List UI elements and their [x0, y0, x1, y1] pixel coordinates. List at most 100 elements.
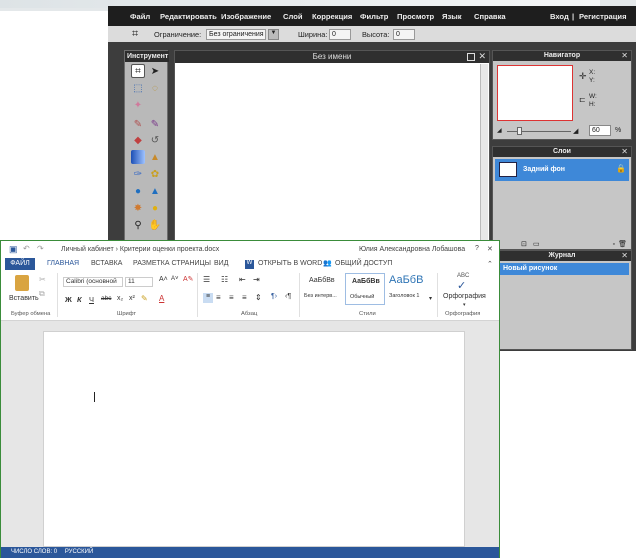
- menu-help[interactable]: Справка: [474, 12, 506, 21]
- increase-indent-icon[interactable]: ⇥: [253, 275, 260, 284]
- menu-language[interactable]: Язык: [442, 12, 462, 21]
- move-tool-icon[interactable]: ➤: [148, 64, 162, 78]
- zoom-slider-handle[interactable]: [517, 127, 522, 135]
- dodge-tool-icon[interactable]: ✸: [131, 201, 145, 215]
- tab-view[interactable]: ВИД: [214, 260, 228, 267]
- tab-insert[interactable]: ВСТАВКА: [91, 260, 122, 267]
- bullets-icon[interactable]: ☰: [203, 275, 210, 284]
- cut-icon[interactable]: ✂: [39, 275, 46, 284]
- clone-stamp-icon[interactable]: ✿: [148, 167, 162, 181]
- underline-icon[interactable]: Ч: [89, 295, 94, 304]
- font-size-select[interactable]: 11: [125, 277, 153, 287]
- highlight-icon[interactable]: ✎: [141, 294, 148, 303]
- tab-file[interactable]: ФАЙЛ: [5, 258, 35, 270]
- help-button[interactable]: ?: [475, 245, 479, 252]
- canvas-scrollbar[interactable]: [480, 64, 488, 250]
- justify-icon[interactable]: ≡: [242, 293, 247, 302]
- blur-tool-icon[interactable]: ●: [131, 184, 145, 198]
- menu-image[interactable]: Изображение: [221, 12, 271, 21]
- maximize-icon[interactable]: [467, 53, 475, 61]
- menu-file[interactable]: Файл: [130, 12, 150, 21]
- gradient-tool-icon[interactable]: [131, 150, 145, 164]
- tab-share[interactable]: ОБЩИЙ ДОСТУП: [335, 260, 392, 267]
- clipboard-icon[interactable]: [15, 275, 29, 291]
- style-no-spacing[interactable]: АаБбВв Без интерв...: [303, 273, 343, 305]
- close-icon[interactable]: ✕: [478, 51, 486, 62]
- style-normal[interactable]: АаБбВв Обычный: [345, 273, 385, 305]
- ltr-icon[interactable]: ¶›: [271, 293, 277, 300]
- close-button[interactable]: ✕: [487, 245, 493, 253]
- undo-icon[interactable]: ↶: [23, 244, 30, 253]
- delete-layer-icon[interactable]: 🗑: [618, 240, 627, 248]
- layer-row[interactable]: Задний фон 🔒: [495, 159, 629, 181]
- brush-tool-icon[interactable]: ✎: [148, 117, 162, 131]
- save-icon[interactable]: ▣: [9, 244, 18, 255]
- lasso-tool-icon[interactable]: ◌: [148, 81, 162, 95]
- chevron-down-icon[interactable]: ▼: [268, 29, 279, 40]
- style-heading1[interactable]: АаБбВ Заголовок 1: [387, 273, 427, 305]
- burn-tool-icon[interactable]: ●: [148, 201, 162, 215]
- layer-mask-icon[interactable]: ⊡: [521, 240, 527, 248]
- eraser-tool-icon[interactable]: ◆: [131, 133, 145, 147]
- italic-icon[interactable]: К: [77, 295, 82, 304]
- breadcrumb[interactable]: Личный кабинет › Критерии оценки проекта…: [61, 246, 219, 253]
- paste-button[interactable]: Вставить: [9, 295, 39, 302]
- superscript-icon[interactable]: x²: [129, 295, 135, 302]
- bold-icon[interactable]: Ж: [65, 295, 72, 304]
- close-icon[interactable]: ✕: [621, 251, 628, 260]
- chevron-down-icon[interactable]: ▾: [463, 302, 466, 308]
- decrease-indent-icon[interactable]: ⇤: [239, 275, 246, 284]
- zoom-in-icon[interactable]: ◢: [573, 127, 578, 135]
- register-link[interactable]: Регистрация: [579, 12, 627, 21]
- paint-bucket-icon[interactable]: ▲: [148, 150, 162, 164]
- styles-more-icon[interactable]: ▾: [429, 295, 432, 302]
- replace-color-icon[interactable]: ↺: [148, 133, 162, 147]
- strikethrough-icon[interactable]: abc: [101, 295, 111, 302]
- menu-view[interactable]: Просмотр: [397, 12, 434, 21]
- menu-layer[interactable]: Слой: [283, 12, 303, 21]
- menu-edit[interactable]: Редактировать: [160, 12, 217, 21]
- numbering-icon[interactable]: ☷: [221, 275, 228, 284]
- spelling-button[interactable]: Орфография: [443, 293, 486, 300]
- eyedropper-tool-icon[interactable]: ✑: [131, 167, 145, 181]
- new-layer-icon[interactable]: ▫: [613, 241, 615, 248]
- grow-font-icon[interactable]: A˄: [159, 276, 168, 283]
- height-input[interactable]: 0: [393, 29, 415, 40]
- constraint-select[interactable]: Без ограничения: [206, 29, 266, 40]
- align-right-icon[interactable]: ≡: [229, 293, 234, 302]
- width-input[interactable]: 0: [329, 29, 351, 40]
- align-center-icon[interactable]: ≡: [216, 293, 221, 302]
- sharpen-tool-icon[interactable]: ▲: [148, 184, 162, 198]
- copy-icon[interactable]: ⧉: [39, 289, 45, 299]
- crop-tool-icon[interactable]: ⌗: [131, 64, 145, 78]
- pencil-tool-icon[interactable]: ✎: [131, 117, 145, 131]
- collapse-ribbon-icon[interactable]: ⌃: [487, 260, 493, 268]
- zoom-input[interactable]: 60: [589, 125, 611, 136]
- language-status[interactable]: РУССКИЙ: [65, 549, 93, 555]
- navigator-preview[interactable]: [497, 65, 573, 121]
- clear-format-icon[interactable]: A✎: [183, 275, 194, 283]
- tab-home[interactable]: ГЛАВНАЯ: [47, 260, 79, 267]
- tab-layout[interactable]: РАЗМЕТКА СТРАНИЦЫ: [133, 260, 211, 267]
- rtl-icon[interactable]: ‹¶: [285, 293, 291, 300]
- tab-open-in-word[interactable]: ОТКРЫТЬ В WORD: [258, 260, 322, 267]
- close-icon[interactable]: ✕: [621, 147, 628, 156]
- wand-tool-icon[interactable]: ✦: [131, 98, 145, 112]
- document-page[interactable]: [43, 331, 465, 547]
- shrink-font-icon[interactable]: A˅: [171, 276, 179, 282]
- align-left-icon[interactable]: ≡: [203, 293, 213, 303]
- redo-icon[interactable]: ↷: [37, 244, 44, 253]
- zoom-tool-icon[interactable]: ⚲: [131, 218, 145, 232]
- zoom-out-icon[interactable]: ◢: [497, 127, 502, 134]
- font-color-icon[interactable]: A: [159, 294, 164, 303]
- layer-settings-icon[interactable]: ▭: [533, 240, 540, 248]
- user-name[interactable]: Юлия Александровна Лобашова: [359, 246, 465, 253]
- login-link[interactable]: Вход: [550, 12, 569, 21]
- subscript-icon[interactable]: x₂: [117, 295, 123, 302]
- menu-adjustment[interactable]: Коррекция: [312, 12, 352, 21]
- menu-filter[interactable]: Фильтр: [360, 12, 388, 21]
- font-name-select[interactable]: Calibri (основной: [63, 277, 123, 287]
- line-spacing-icon[interactable]: ⇕: [255, 293, 262, 302]
- hand-tool-icon[interactable]: ✋: [148, 218, 162, 232]
- close-icon[interactable]: ✕: [621, 51, 628, 60]
